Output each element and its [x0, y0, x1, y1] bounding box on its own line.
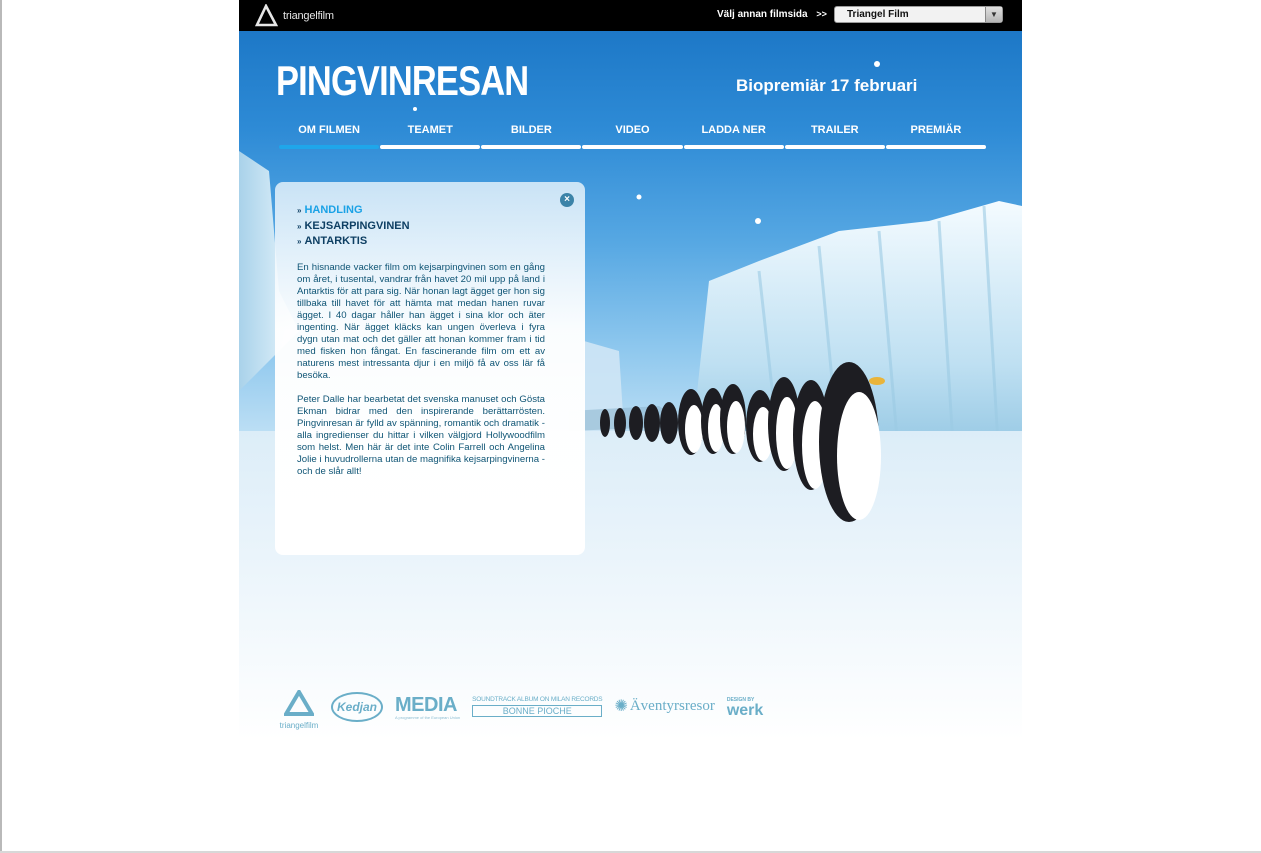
panel-paragraph: En hisnande vacker film om kejsarpingvin…: [297, 262, 545, 381]
panel-link-kejsarpingvinen[interactable]: » KEJSARPINGVINEN: [297, 219, 410, 235]
panel-link-antarktis[interactable]: » ANTARKTIS: [297, 234, 410, 250]
film-page-select-value: Triangel Film: [847, 9, 909, 20]
triangle-logo-icon: [254, 4, 278, 27]
double-arrow-icon: »: [297, 206, 302, 215]
choose-film-text: Välj annan filmsida: [717, 9, 808, 20]
logo-kedjan-text: Kedjan: [336, 700, 377, 714]
nav-item-om-filmen[interactable]: OM FILMEN: [279, 123, 380, 149]
triangle-logo-icon: [282, 688, 316, 716]
logo-media[interactable]: MEDIA A programme of the European Union: [395, 695, 460, 720]
panel-link-label: ANTARKTIS: [304, 235, 368, 247]
nav-item-bilder[interactable]: BILDER: [481, 123, 582, 149]
logo-triangelfilm-text: triangelfilm: [279, 721, 319, 730]
panel-body-text: En hisnande vacker film om kejsarpingvin…: [297, 262, 545, 490]
partner-logos: triangelfilm Kedjan MEDIA A programme of…: [279, 688, 775, 732]
site-container: triangelfilm Välj annan filmsida >> Tria…: [239, 0, 1022, 740]
panel-link-label: HANDLING: [304, 204, 363, 216]
logo-media-sub: A programme of the European Union: [395, 714, 461, 720]
logo-aventyrsresor[interactable]: ✺ Äventyrsresor: [614, 696, 714, 716]
nav-item-video[interactable]: VIDEO: [582, 123, 683, 149]
page-title: PINGVINRESAN: [276, 57, 529, 104]
film-page-select[interactable]: Triangel Film ▼: [834, 6, 1003, 23]
browser-frame-left: [0, 0, 2, 853]
brand-logo[interactable]: triangelfilm: [254, 3, 334, 29]
nav-item-trailer[interactable]: TRAILER: [784, 123, 885, 149]
close-icon[interactable]: ×: [560, 193, 574, 207]
panel-paragraph: Peter Dalle har bearbetat det svenska ma…: [297, 394, 545, 477]
nav-item-teamet[interactable]: TEAMET: [380, 123, 481, 149]
panel-links: » HANDLING » KEJSARPINGVINEN » ANTARKTIS: [297, 203, 410, 250]
main-nav: OM FILMEN TEAMET BILDER VIDEO LADDA NER …: [279, 123, 987, 149]
logo-werk-text: werk: [726, 701, 764, 719]
panel-link-label: KEJSARPINGVINEN: [304, 219, 410, 232]
double-arrow-icon: »: [297, 221, 302, 231]
sun-icon: ✺: [614, 698, 628, 715]
double-arrow-icon: >>: [816, 9, 827, 19]
logo-bonne-pioche-text: BONNE PIOCHE: [472, 704, 603, 717]
logo-triangelfilm[interactable]: triangelfilm: [279, 688, 319, 730]
top-bar: triangelfilm Välj annan filmsida >> Tria…: [239, 0, 1022, 31]
double-arrow-icon: »: [297, 237, 302, 246]
info-panel: × » HANDLING » KEJSARPINGVINEN » ANTARKTIS …: [275, 182, 585, 555]
nav-item-ladda-ner[interactable]: LADDA NER: [683, 123, 784, 149]
logo-kedjan[interactable]: Kedjan: [331, 692, 383, 722]
panel-link-handling[interactable]: » HANDLING: [297, 203, 410, 219]
nav-item-premiar[interactable]: PREMIÄR: [885, 123, 987, 149]
premiere-date: Biopremiär 17 februari: [736, 76, 918, 95]
chevron-down-icon[interactable]: ▼: [985, 7, 1002, 22]
logo-soundtrack-text: SOUNDTRACK ALBUM ON MILAN RECORDS: [472, 695, 603, 703]
hero-section: PINGVINRESAN Biopremiär 17 februari OM F…: [239, 31, 1022, 740]
brand-name: triangelfilm: [283, 10, 334, 22]
logo-aventyrsresor-text: Äventyrsresor: [629, 697, 715, 714]
logo-soundtrack-bonne-pioche[interactable]: SOUNDTRACK ALBUM ON MILAN RECORDS BONNE …: [472, 695, 603, 717]
logo-werk[interactable]: DESIGN BY werk: [726, 697, 764, 719]
logo-media-text: MEDIA: [395, 693, 457, 716]
choose-film-label: Välj annan filmsida >>: [717, 9, 827, 20]
